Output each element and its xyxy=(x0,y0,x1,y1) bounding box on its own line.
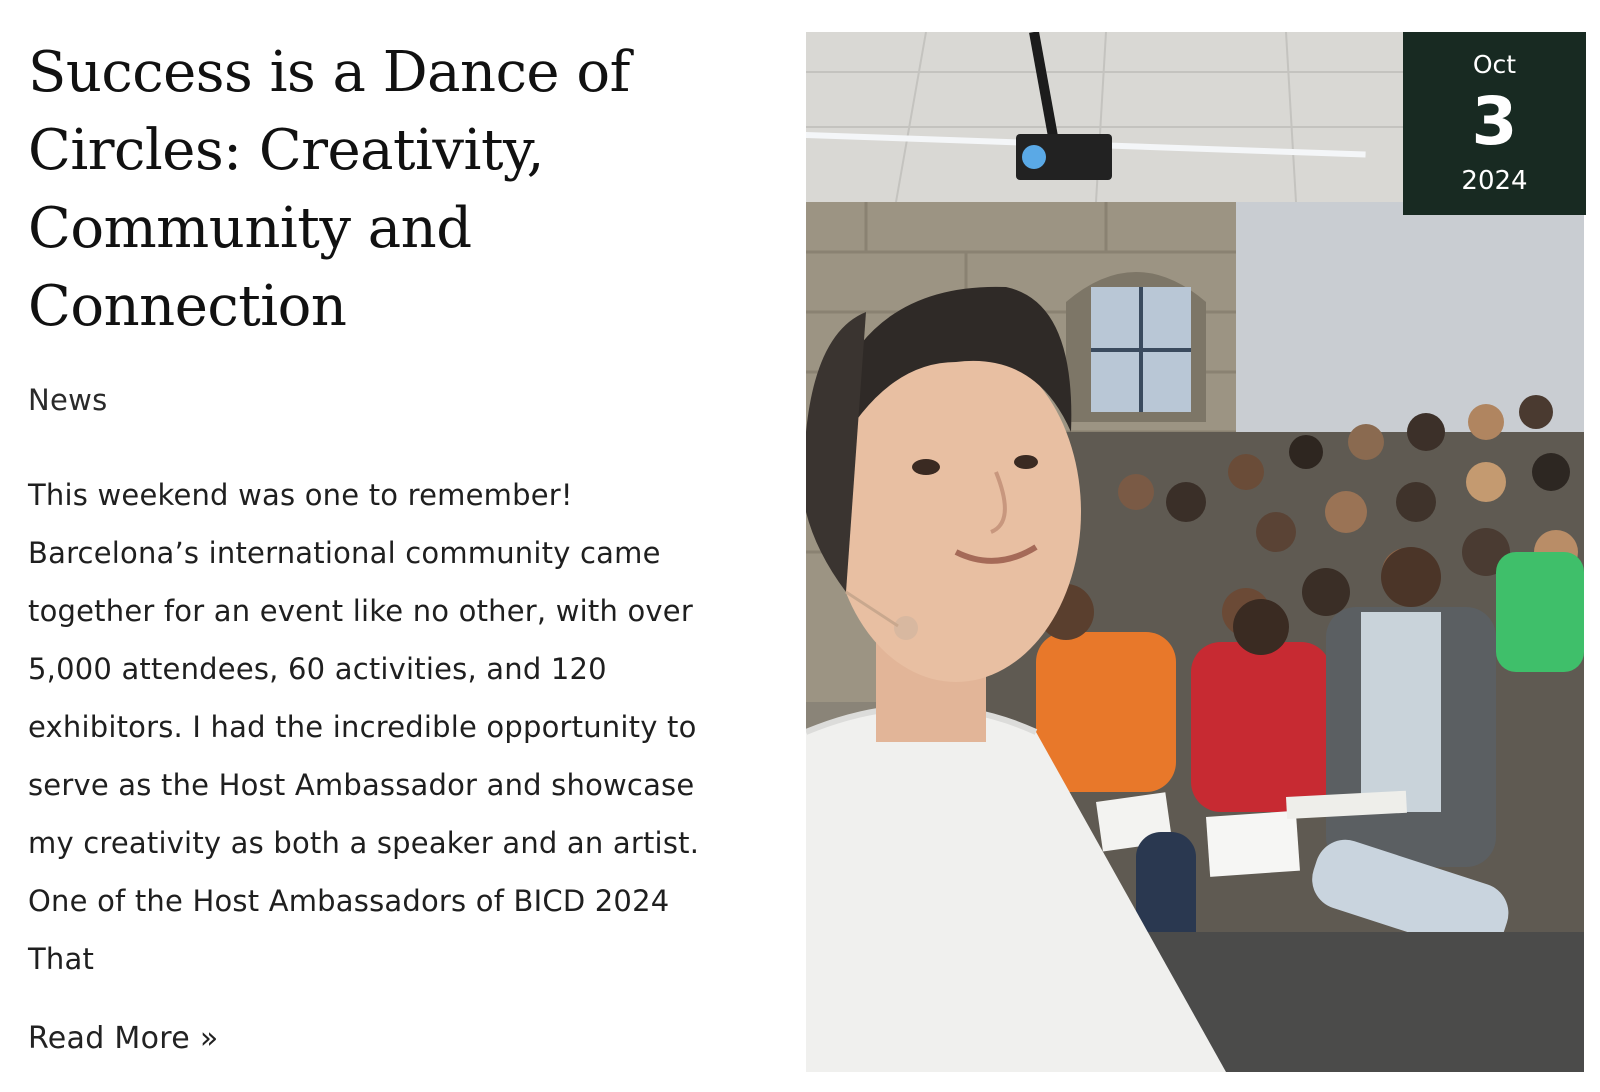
blog-post-card: Success is a Dance of Circles: Creativit… xyxy=(0,0,1600,1092)
post-excerpt: This weekend was one to remember! Barcel… xyxy=(28,478,700,976)
post-category-link[interactable]: News xyxy=(28,382,108,418)
post-title[interactable]: Success is a Dance of Circles: Creativit… xyxy=(28,34,758,346)
post-date-badge: Oct 3 2024 xyxy=(1403,32,1586,215)
date-year: 2024 xyxy=(1461,166,1528,196)
post-text-column: Success is a Dance of Circles: Creativit… xyxy=(28,34,758,346)
date-day: 3 xyxy=(1471,83,1518,160)
date-month: Oct xyxy=(1472,50,1517,79)
read-more-link[interactable]: Read More » xyxy=(28,1020,218,1058)
